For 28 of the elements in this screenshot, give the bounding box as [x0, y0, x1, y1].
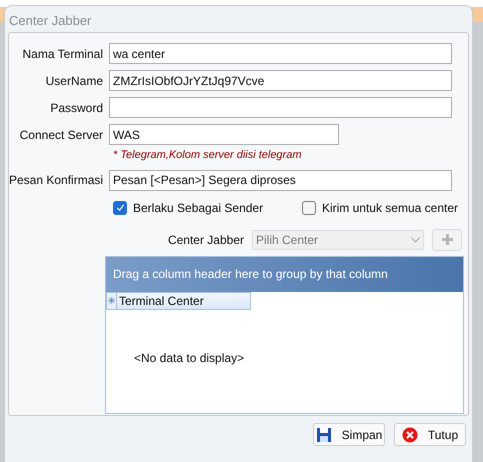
chevron-down-icon — [411, 236, 420, 242]
asterisk-icon — [108, 297, 115, 304]
checkbox[interactable] — [113, 200, 127, 214]
dialog-button[interactable]: Tutup — [394, 423, 466, 446]
hint-note: * Telegram,Kolom server diisi telegram — [113, 148, 302, 163]
plus-icon — [440, 233, 454, 246]
checkbox-label: Kirim untuk semua center — [322, 200, 458, 216]
text-field[interactable]: ZMZrIsIObfOJrYZtJq97Vcve — [109, 70, 452, 91]
text-field[interactable]: WAS — [109, 124, 339, 145]
field-label: Nama Terminal — [22, 46, 104, 62]
field-label: Pesan Konfirmasi — [9, 172, 104, 189]
field-label: Connect Server — [18, 126, 104, 144]
dialog-button[interactable]: Simpan — [313, 423, 385, 446]
select-label: Center Jabber — [168, 232, 244, 248]
group-hint: Drag a column header here to group by that column — [113, 266, 388, 283]
text-field[interactable] — [109, 97, 452, 118]
empty-message: <No data to display> — [134, 350, 244, 368]
center-dropdown[interactable]: Pilih Center — [252, 230, 424, 250]
checkbox-label: Berlaku Sebagai Sender — [133, 200, 264, 216]
text-field[interactable]: Pesan [<Pesan>] Segera diproses — [109, 170, 452, 190]
checkmark-icon — [116, 203, 124, 212]
field-label: UserName — [44, 72, 104, 90]
text-field[interactable]: wa center — [109, 43, 452, 64]
column-header[interactable]: Terminal Center — [117, 292, 251, 310]
checkbox[interactable] — [302, 200, 316, 214]
close-icon — [402, 426, 418, 442]
window-title: Center Jabber — [8, 12, 92, 30]
field-label: Password — [49, 100, 104, 116]
